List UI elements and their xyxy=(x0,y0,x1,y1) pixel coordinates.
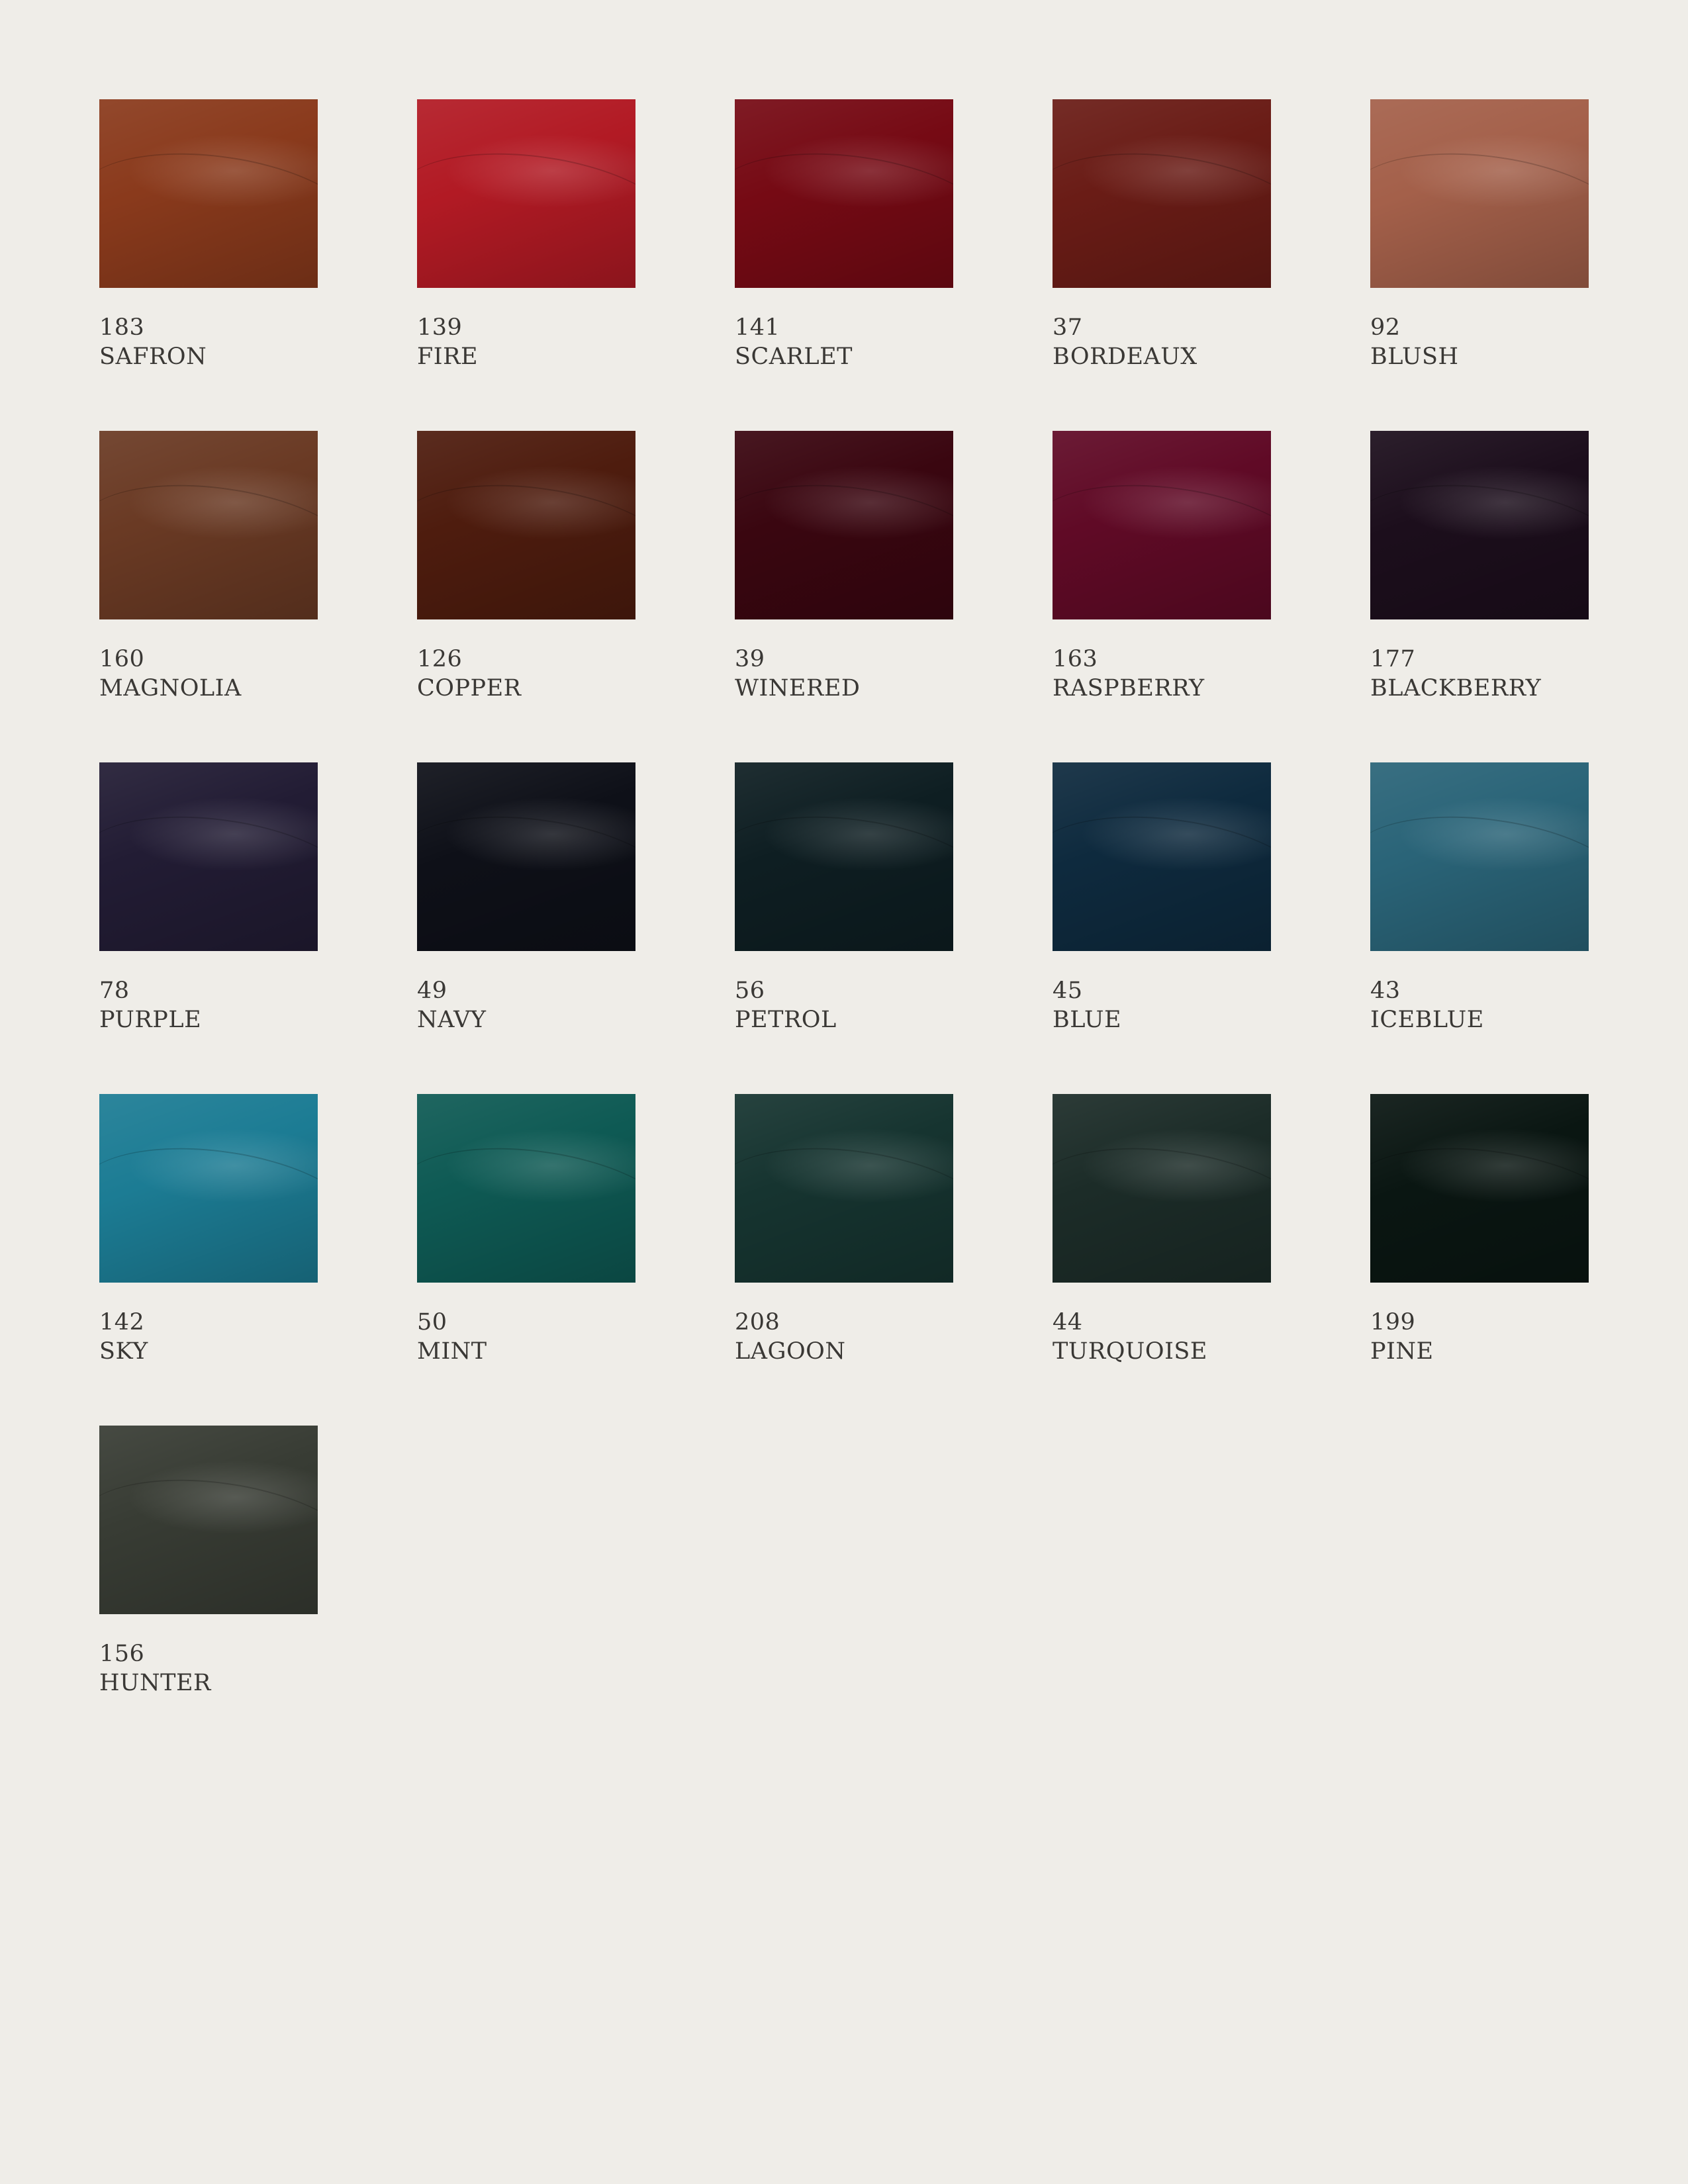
swatch-card: 56 PETROL xyxy=(735,762,953,1046)
swatch-number: 78 xyxy=(99,978,130,1004)
swatch-name: BLACKBERRY xyxy=(1370,675,1542,702)
swatch-card: 49 NAVY xyxy=(417,762,635,1046)
swatch-number: 45 xyxy=(1053,978,1083,1004)
fabric-swatch-image xyxy=(735,1094,953,1283)
swatch-number: 39 xyxy=(735,646,765,672)
swatch-number: 142 xyxy=(99,1309,145,1336)
swatch-number: 163 xyxy=(1053,646,1098,672)
swatch-name: WINERED xyxy=(735,675,861,702)
fabric-swatch-image xyxy=(1053,431,1271,619)
swatch-card: 78 PURPLE xyxy=(99,762,318,1046)
fabric-swatch-image xyxy=(735,431,953,619)
swatch-name: PINE xyxy=(1370,1338,1434,1365)
fabric-swatch-image xyxy=(1370,762,1589,951)
swatch-number: 49 xyxy=(417,978,447,1004)
swatch-number: 139 xyxy=(417,314,463,341)
fabric-swatch-image xyxy=(99,762,318,951)
fabric-swatch-image xyxy=(417,1094,635,1283)
swatch-name: SKY xyxy=(99,1338,148,1365)
fabric-swatch-image xyxy=(1053,99,1271,288)
fabric-swatch-image xyxy=(99,1094,318,1283)
swatch-name: RASPBERRY xyxy=(1053,675,1205,702)
swatch-card: 142 SKY xyxy=(99,1094,318,1377)
swatch-number: 44 xyxy=(1053,1309,1083,1336)
swatch-name: ICEBLUE xyxy=(1370,1007,1484,1033)
swatch-card: 156 HUNTER xyxy=(99,1426,318,1709)
swatch-card: 139 FIRE xyxy=(417,99,635,383)
swatch-number: 56 xyxy=(735,978,765,1004)
swatch-number: 208 xyxy=(735,1309,780,1336)
swatch-card: 37 BORDEAUX xyxy=(1053,99,1271,383)
fabric-swatch-image xyxy=(99,431,318,619)
swatch-number: 156 xyxy=(99,1641,145,1667)
swatch-name: PURPLE xyxy=(99,1007,202,1033)
swatch-name: LAGOON xyxy=(735,1338,846,1365)
swatch-name: PETROL xyxy=(735,1007,837,1033)
swatch-card: 163 RASPBERRY xyxy=(1053,431,1271,714)
swatch-card: 183 SAFRON xyxy=(99,99,318,383)
swatch-number: 50 xyxy=(417,1309,447,1336)
swatch-card: 126 COPPER xyxy=(417,431,635,714)
fabric-swatch-image xyxy=(1053,1094,1271,1283)
swatch-name: TURQUOISE xyxy=(1053,1338,1207,1365)
swatch-card: 199 PINE xyxy=(1370,1094,1589,1377)
swatch-name: MAGNOLIA xyxy=(99,675,242,702)
fabric-swatch-image xyxy=(735,762,953,951)
swatch-name: SCARLET xyxy=(735,343,853,370)
fabric-swatch-image xyxy=(1053,762,1271,951)
swatch-number: 177 xyxy=(1370,646,1416,672)
swatch-number: 160 xyxy=(99,646,145,672)
swatch-number: 43 xyxy=(1370,978,1401,1004)
swatch-card: 43 ICEBLUE xyxy=(1370,762,1589,1046)
swatch-name: FIRE xyxy=(417,343,479,370)
swatch-card: 160 MAGNOLIA xyxy=(99,431,318,714)
swatch-card: 44 TURQUOISE xyxy=(1053,1094,1271,1377)
fabric-swatch-image xyxy=(1370,1094,1589,1283)
fabric-swatch-image xyxy=(417,431,635,619)
swatch-card: 177 BLACKBERRY xyxy=(1370,431,1589,714)
swatch-number: 126 xyxy=(417,646,463,672)
fabric-swatch-image xyxy=(735,99,953,288)
swatch-card: 39 WINERED xyxy=(735,431,953,714)
fabric-swatch-image xyxy=(99,1426,318,1614)
swatch-name: MINT xyxy=(417,1338,487,1365)
swatch-card: 45 BLUE xyxy=(1053,762,1271,1046)
swatch-number: 141 xyxy=(735,314,780,341)
fabric-swatch-image xyxy=(417,762,635,951)
swatch-number: 37 xyxy=(1053,314,1083,341)
swatch-grid: 183 SAFRON 139 FIRE 141 SCARLET 37 BORDE… xyxy=(99,99,1589,1709)
swatch-name: SAFRON xyxy=(99,343,207,370)
swatch-number: 183 xyxy=(99,314,145,341)
swatch-name: BORDEAUX xyxy=(1053,343,1197,370)
swatch-number: 199 xyxy=(1370,1309,1416,1336)
swatch-card: 208 LAGOON xyxy=(735,1094,953,1377)
swatch-name: BLUE xyxy=(1053,1007,1122,1033)
swatch-card: 92 BLUSH xyxy=(1370,99,1589,383)
swatch-card: 141 SCARLET xyxy=(735,99,953,383)
swatch-name: BLUSH xyxy=(1370,343,1459,370)
swatch-number: 92 xyxy=(1370,314,1401,341)
swatch-name: HUNTER xyxy=(99,1670,211,1696)
swatch-name: NAVY xyxy=(417,1007,487,1033)
fabric-swatch-image xyxy=(99,99,318,288)
swatch-card: 50 MINT xyxy=(417,1094,635,1377)
swatch-name: COPPER xyxy=(417,675,522,702)
fabric-swatch-image xyxy=(1370,99,1589,288)
fabric-swatch-image xyxy=(1370,431,1589,619)
fabric-swatch-image xyxy=(417,99,635,288)
